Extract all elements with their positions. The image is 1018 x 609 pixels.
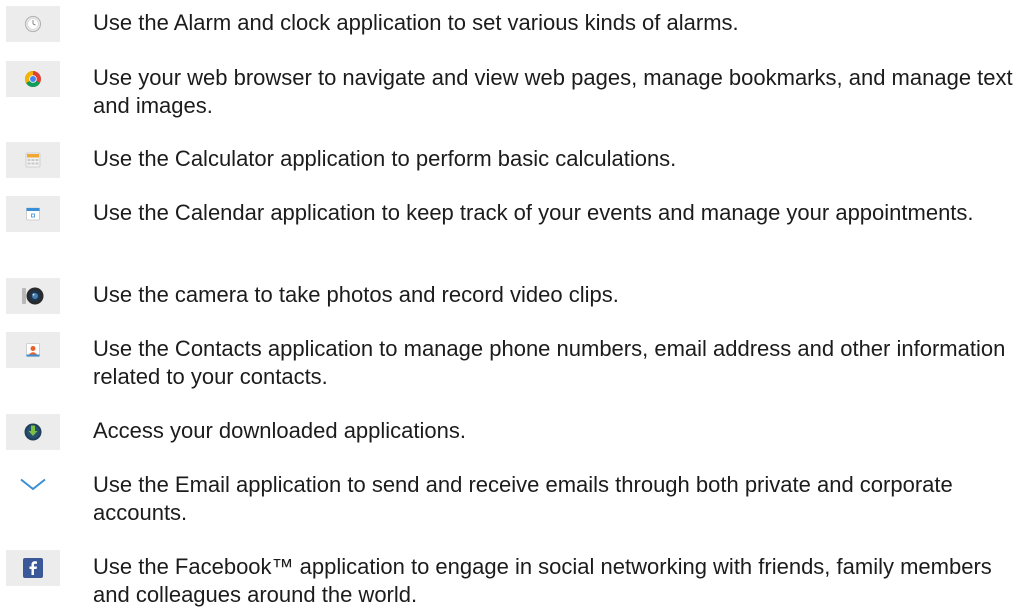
app-description: Use the Calendar application to keep tra… — [93, 200, 974, 225]
app-description: Use the Contacts application to manage p… — [93, 336, 1006, 389]
calculator-icon — [6, 142, 60, 178]
app-description: Use the Facebook™ application to engage … — [93, 554, 992, 607]
email-envelope-icon — [6, 468, 60, 504]
alarm-clock-icon — [6, 6, 60, 42]
contacts-icon — [6, 332, 60, 368]
app-description: Use the Calculator application to perfor… — [93, 146, 677, 171]
camera-icon — [6, 278, 60, 314]
download-icon — [6, 414, 60, 450]
app-description: Use the Email application to send and re… — [93, 472, 953, 525]
app-description: Use your web browser to navigate and vie… — [93, 65, 1013, 118]
calendar-icon — [6, 196, 60, 232]
app-description: Use the Alarm and clock application to s… — [93, 10, 739, 35]
app-description: Use the camera to take photos and record… — [93, 282, 619, 307]
facebook-icon — [6, 550, 60, 586]
chrome-browser-icon — [6, 61, 60, 97]
app-description: Access your downloaded applications. — [93, 418, 467, 443]
